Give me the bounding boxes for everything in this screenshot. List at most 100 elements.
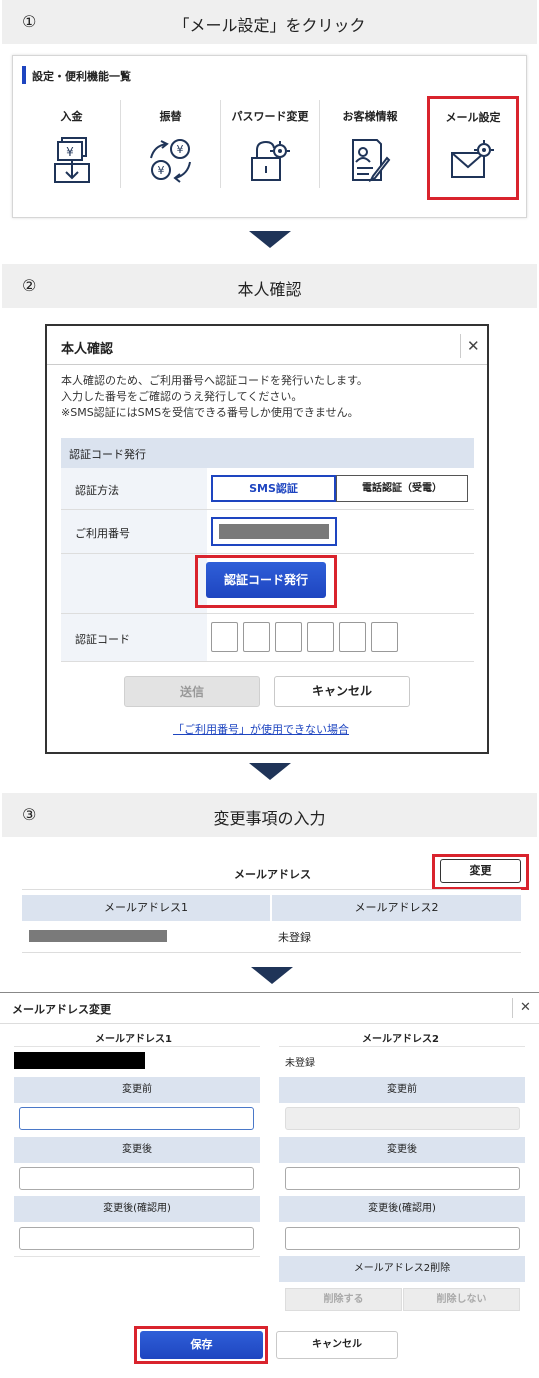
svg-text:¥: ¥ <box>66 145 74 159</box>
summary-col1-label: メールアドレス1 <box>104 901 188 914</box>
code-label: 認証コード <box>75 633 130 646</box>
col2-after-label: 変更後 <box>387 1144 417 1155</box>
col1-after-input[interactable] <box>19 1167 254 1190</box>
summary-divider <box>22 889 521 890</box>
verify-cancel-button[interactable]: キャンセル <box>274 676 410 707</box>
col1-before-header: 変更前 <box>14 1077 260 1103</box>
change-button[interactable]: 変更 <box>440 859 521 883</box>
sms-auth-label: SMS認証 <box>249 482 298 495</box>
menu-item-transfer[interactable]: 振替 ¥ ¥ <box>121 100 220 200</box>
mail-edit-title: メールアドレス変更 <box>12 1003 111 1016</box>
col1-after-label: 変更後 <box>122 1144 152 1155</box>
number-label: ご利用番号 <box>75 527 130 540</box>
summary-col2-header: メールアドレス2 <box>272 895 521 921</box>
col1-after-header: 変更後 <box>14 1137 260 1163</box>
menu-item-password-change[interactable]: パスワード変更 <box>221 100 319 200</box>
menu-item-transfer-label: 振替 <box>159 110 182 123</box>
edit-col2-title: メールアドレス2 <box>362 1034 439 1045</box>
phone-auth-option[interactable]: 電話認証（受電） <box>336 475 468 502</box>
col1-confirm-label: 変更後(確認用) <box>103 1203 171 1214</box>
sms-auth-option[interactable]: SMS認証 <box>211 475 336 502</box>
verify-description: 本人確認のため、ご利用番号へ認証コードを発行いたします。 入力した番号をご確認の… <box>61 373 368 421</box>
title-divider <box>460 334 461 358</box>
verify-section-header: 認証コード発行 <box>61 438 474 468</box>
down-arrow-icon <box>251 967 293 984</box>
menu-item-deposit[interactable]: 入金 ¥ <box>23 100 120 200</box>
code-row: 認証コード <box>61 614 474 662</box>
col2-after-input[interactable] <box>285 1167 520 1190</box>
number-row: ご利用番号 <box>61 510 474 554</box>
col1-before-input[interactable] <box>19 1107 254 1130</box>
verify-cancel-label: キャンセル <box>311 684 372 698</box>
masked-email1 <box>29 930 167 942</box>
edit-cancel-label: キャンセル <box>312 1339 362 1350</box>
edit-cancel-button[interactable]: キャンセル <box>276 1331 398 1359</box>
col2-confirm-header: 変更後(確認用) <box>279 1196 525 1222</box>
code-digit-4[interactable] <box>307 622 334 652</box>
down-arrow-icon <box>249 763 291 780</box>
settings-menu-panel: 設定・便利機能一覧 入金 ¥ 振替 ¥ ¥ パスワード変更 お客様情報 メール設定 <box>12 55 527 218</box>
close-icon[interactable]: ✕ <box>467 337 480 355</box>
col2-confirm-input[interactable] <box>285 1227 520 1250</box>
change-label: 変更 <box>469 864 492 877</box>
save-button[interactable]: 保存 <box>140 1331 263 1359</box>
mail-settings-icon <box>449 137 497 181</box>
svg-text:¥: ¥ <box>157 164 164 177</box>
col2-after-header: 変更後 <box>279 1137 525 1163</box>
code-digit-2[interactable] <box>243 622 270 652</box>
step3-bar: ③ 変更事項の入力 <box>2 793 537 837</box>
edit-col1-bottom-rule <box>14 1256 260 1257</box>
edit-title-separator <box>0 1023 539 1024</box>
summary-col1-header: メールアドレス1 <box>22 895 270 921</box>
code-digit-5[interactable] <box>339 622 366 652</box>
menu-item-deposit-label: 入金 <box>60 110 83 123</box>
col1-before-label: 変更前 <box>122 1084 152 1095</box>
step1-bar: ① 「メール設定」をクリック <box>2 0 537 44</box>
delete-section-label: メールアドレス2削除 <box>353 1263 451 1274</box>
mail-summary-title: メールアドレス <box>234 868 311 881</box>
step2-title: 本人確認 <box>237 280 302 299</box>
menu-item-customer-info[interactable]: お客様情報 <box>320 100 420 200</box>
col2-before-label: 変更前 <box>387 1084 417 1095</box>
edit-dialog-top-border <box>0 992 539 993</box>
settings-heading-bar <box>22 66 26 84</box>
edit-title-divider <box>512 998 513 1018</box>
delete-section-header: メールアドレス2削除 <box>279 1256 525 1282</box>
verify-dialog: 本人確認 ✕ 本人確認のため、ご利用番号へ認証コードを発行いたします。 入力した… <box>45 324 489 754</box>
code-digit-6[interactable] <box>371 622 398 652</box>
masked-number <box>219 524 329 539</box>
summary-bottom-divider <box>22 952 521 953</box>
col2-confirm-label: 変更後(確認用) <box>368 1203 436 1214</box>
step2-bar: ② 本人確認 <box>2 264 537 308</box>
code-digit-3[interactable] <box>275 622 302 652</box>
step3-title: 変更事項の入力 <box>213 809 326 828</box>
send-label: 送信 <box>179 685 204 699</box>
delete-yes-button[interactable]: 削除する <box>285 1288 402 1311</box>
svg-text:¥: ¥ <box>176 143 183 156</box>
send-button[interactable]: 送信 <box>124 676 260 707</box>
masked-email1-current <box>14 1052 145 1069</box>
menu-item-mail-settings[interactable]: メール設定 <box>427 96 519 200</box>
menu-item-mail-settings-label: メール設定 <box>445 111 501 124</box>
col2-before-input <box>285 1107 520 1130</box>
number-field[interactable] <box>211 517 337 546</box>
help-link[interactable]: 「ご利用番号」が使用できない場合 <box>173 721 349 737</box>
close-icon[interactable]: ✕ <box>520 1000 531 1015</box>
code-digit-1[interactable] <box>211 622 238 652</box>
verify-dialog-title: 本人確認 <box>61 342 114 357</box>
summary-col2-label: メールアドレス2 <box>354 901 439 914</box>
menu-item-password-change-label: パスワード変更 <box>231 110 309 123</box>
edit-col1-rule <box>14 1046 260 1047</box>
edit-col1-title: メールアドレス1 <box>95 1034 172 1045</box>
password-change-icon <box>247 136 293 184</box>
save-label: 保存 <box>190 1338 213 1351</box>
verify-desc-line1: 本人確認のため、ご利用番号へ認証コードを発行いたします。 <box>61 374 368 387</box>
delete-no-button[interactable]: 削除しない <box>403 1288 520 1311</box>
col1-confirm-input[interactable] <box>19 1227 254 1250</box>
deposit-icon: ¥ <box>52 136 92 184</box>
settings-heading: 設定・便利機能一覧 <box>32 70 131 83</box>
verify-desc-line3: ※SMS認証にはSMSを受信できる番号しか使用できません。 <box>61 406 359 419</box>
issue-code-button[interactable]: 認証コード発行 <box>206 562 326 598</box>
method-row: 認証方法 SMS認証 電話認証（受電） <box>61 468 474 510</box>
edit-col2-value: 未登録 <box>285 1058 315 1069</box>
